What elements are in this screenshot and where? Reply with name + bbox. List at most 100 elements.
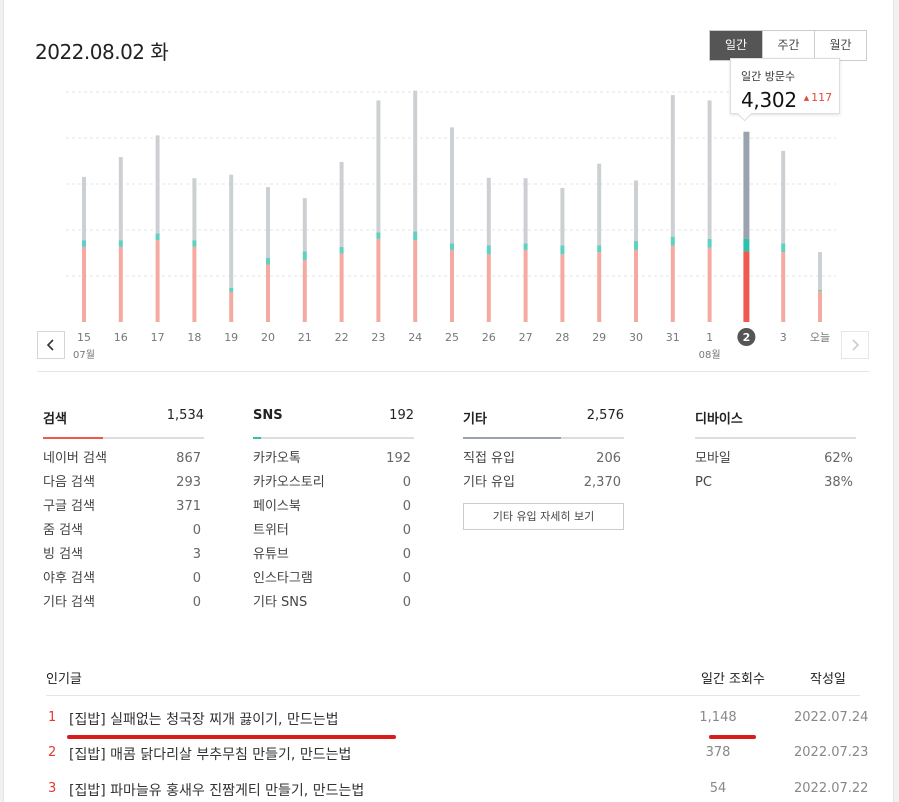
stat-sns-row: 카카오스토리 0	[253, 475, 414, 499]
bar-other[interactable]	[781, 150, 786, 244]
bar-search[interactable]	[486, 254, 491, 322]
bar-sns[interactable]	[155, 233, 160, 241]
x-tick-label[interactable]: 25	[445, 331, 459, 344]
bar-other[interactable]	[450, 127, 454, 244]
stat-row-value: 0	[192, 571, 201, 586]
stat-sns-row: 인스타그램 0	[253, 571, 414, 595]
bar-other[interactable]	[266, 187, 270, 258]
x-tick-label[interactable]: 26	[482, 331, 496, 344]
bar-sns[interactable]	[450, 243, 454, 250]
bar-sns[interactable]	[818, 289, 822, 292]
bar-sns[interactable]	[707, 238, 712, 248]
popular-post-title[interactable]: [집밥] 파마늘유 홍새우 진짬게티 만들기, 만드는법	[69, 780, 364, 800]
bar-other[interactable]	[560, 187, 565, 246]
bar-search[interactable]	[192, 246, 197, 322]
bar-other[interactable]	[743, 131, 750, 239]
tooltip-value: 4,302	[741, 88, 797, 112]
bar-other[interactable]	[818, 252, 822, 290]
bar-sns[interactable]	[266, 257, 270, 265]
bar-other[interactable]	[229, 174, 234, 288]
bar-search[interactable]	[339, 253, 344, 322]
bar-sns[interactable]	[302, 251, 307, 261]
bar-other[interactable]	[302, 198, 307, 252]
bar-sns[interactable]	[413, 231, 418, 241]
bar-other[interactable]	[597, 163, 602, 246]
popular-post-title[interactable]: [집밥] 실패없는 청국장 찌개 끓이기, 만드는법	[69, 709, 338, 729]
x-tick-label[interactable]: 3	[780, 331, 787, 344]
bar-other[interactable]	[707, 100, 712, 239]
bar-search[interactable]	[818, 291, 822, 322]
bar-search[interactable]	[155, 240, 160, 322]
x-tick-label[interactable]: 28	[555, 331, 569, 344]
bar-sns[interactable]	[82, 240, 86, 247]
x-tick-label[interactable]: 17	[151, 331, 165, 344]
bar-search[interactable]	[413, 240, 418, 322]
bar-other[interactable]	[413, 90, 418, 232]
bar-search[interactable]	[634, 249, 638, 322]
bar-search[interactable]	[266, 264, 270, 323]
bar-sns[interactable]	[560, 245, 565, 255]
stat-search-row: 기타 검색 0	[43, 595, 204, 619]
bar-other[interactable]	[155, 135, 160, 234]
bar-search[interactable]	[376, 238, 381, 322]
bar-search[interactable]	[781, 252, 786, 322]
bar-sns[interactable]	[743, 238, 750, 252]
bar-sns[interactable]	[229, 287, 234, 292]
bar-other[interactable]	[192, 178, 197, 241]
x-tick-label[interactable]: 31	[666, 331, 680, 344]
x-tick-label[interactable]: 16	[114, 331, 128, 344]
stat-row-value: 0	[402, 499, 411, 514]
x-tick-label[interactable]: 27	[519, 331, 533, 344]
bar-search[interactable]	[560, 254, 565, 322]
bar-search[interactable]	[450, 249, 454, 322]
bar-sns[interactable]	[781, 243, 786, 253]
bar-sns[interactable]	[486, 245, 491, 255]
bar-sns[interactable]	[339, 246, 344, 254]
bar-sns[interactable]	[118, 240, 123, 247]
x-tick-label[interactable]: 22	[335, 331, 349, 344]
x-tick-label[interactable]: 23	[371, 331, 385, 344]
bar-other[interactable]	[523, 178, 528, 244]
x-tick-label[interactable]: 19	[224, 331, 238, 344]
bar-sns[interactable]	[192, 240, 197, 247]
bar-search[interactable]	[743, 251, 750, 322]
bar-other[interactable]	[339, 161, 344, 247]
bar-other[interactable]	[486, 177, 491, 246]
bar-sns[interactable]	[670, 236, 675, 246]
bar-other[interactable]	[376, 100, 381, 233]
bar-other[interactable]	[82, 176, 86, 241]
bar-sns[interactable]	[376, 232, 381, 239]
bar-sns[interactable]	[634, 241, 638, 250]
bar-search[interactable]	[82, 246, 86, 322]
bar-sns[interactable]	[523, 243, 528, 250]
bar-other[interactable]	[634, 180, 638, 242]
x-tick-label[interactable]: 20	[261, 331, 275, 344]
bar-search[interactable]	[597, 252, 602, 322]
x-tick-label[interactable]: 1	[706, 331, 713, 344]
x-tick-label[interactable]: 15	[77, 331, 91, 344]
x-tick-label[interactable]: 2	[743, 331, 751, 344]
popular-title: 인기글	[46, 672, 82, 687]
bar-search[interactable]	[670, 245, 675, 322]
x-tick-label[interactable]: 30	[629, 331, 643, 344]
popular-post-title[interactable]: [집밥] 매콤 닭다리살 부추무침 만들기, 만드는법	[69, 744, 351, 764]
stat-row-label: 빙 검색	[43, 547, 84, 562]
bar-other[interactable]	[670, 95, 675, 237]
bar-search[interactable]	[707, 247, 712, 322]
bar-search[interactable]	[118, 246, 123, 322]
x-tick-label[interactable]: 24	[408, 331, 422, 344]
x-tick-label[interactable]: 29	[592, 331, 606, 344]
bar-search[interactable]	[302, 260, 307, 322]
stat-other-title: 기타	[463, 412, 487, 427]
chart-prev-button[interactable]	[37, 331, 65, 359]
x-tick-label[interactable]: 21	[298, 331, 312, 344]
other-detail-button[interactable]: 기타 유입 자세히 보기	[463, 503, 624, 530]
chart-next-button[interactable]	[841, 331, 869, 359]
bar-other[interactable]	[118, 157, 123, 241]
bar-sns[interactable]	[597, 245, 602, 253]
x-tick-label[interactable]: 오늘	[810, 331, 830, 344]
bar-search[interactable]	[523, 249, 528, 322]
stat-row-label: 기타 유입	[463, 475, 515, 490]
x-tick-label[interactable]: 18	[187, 331, 201, 344]
bar-search[interactable]	[229, 291, 234, 322]
